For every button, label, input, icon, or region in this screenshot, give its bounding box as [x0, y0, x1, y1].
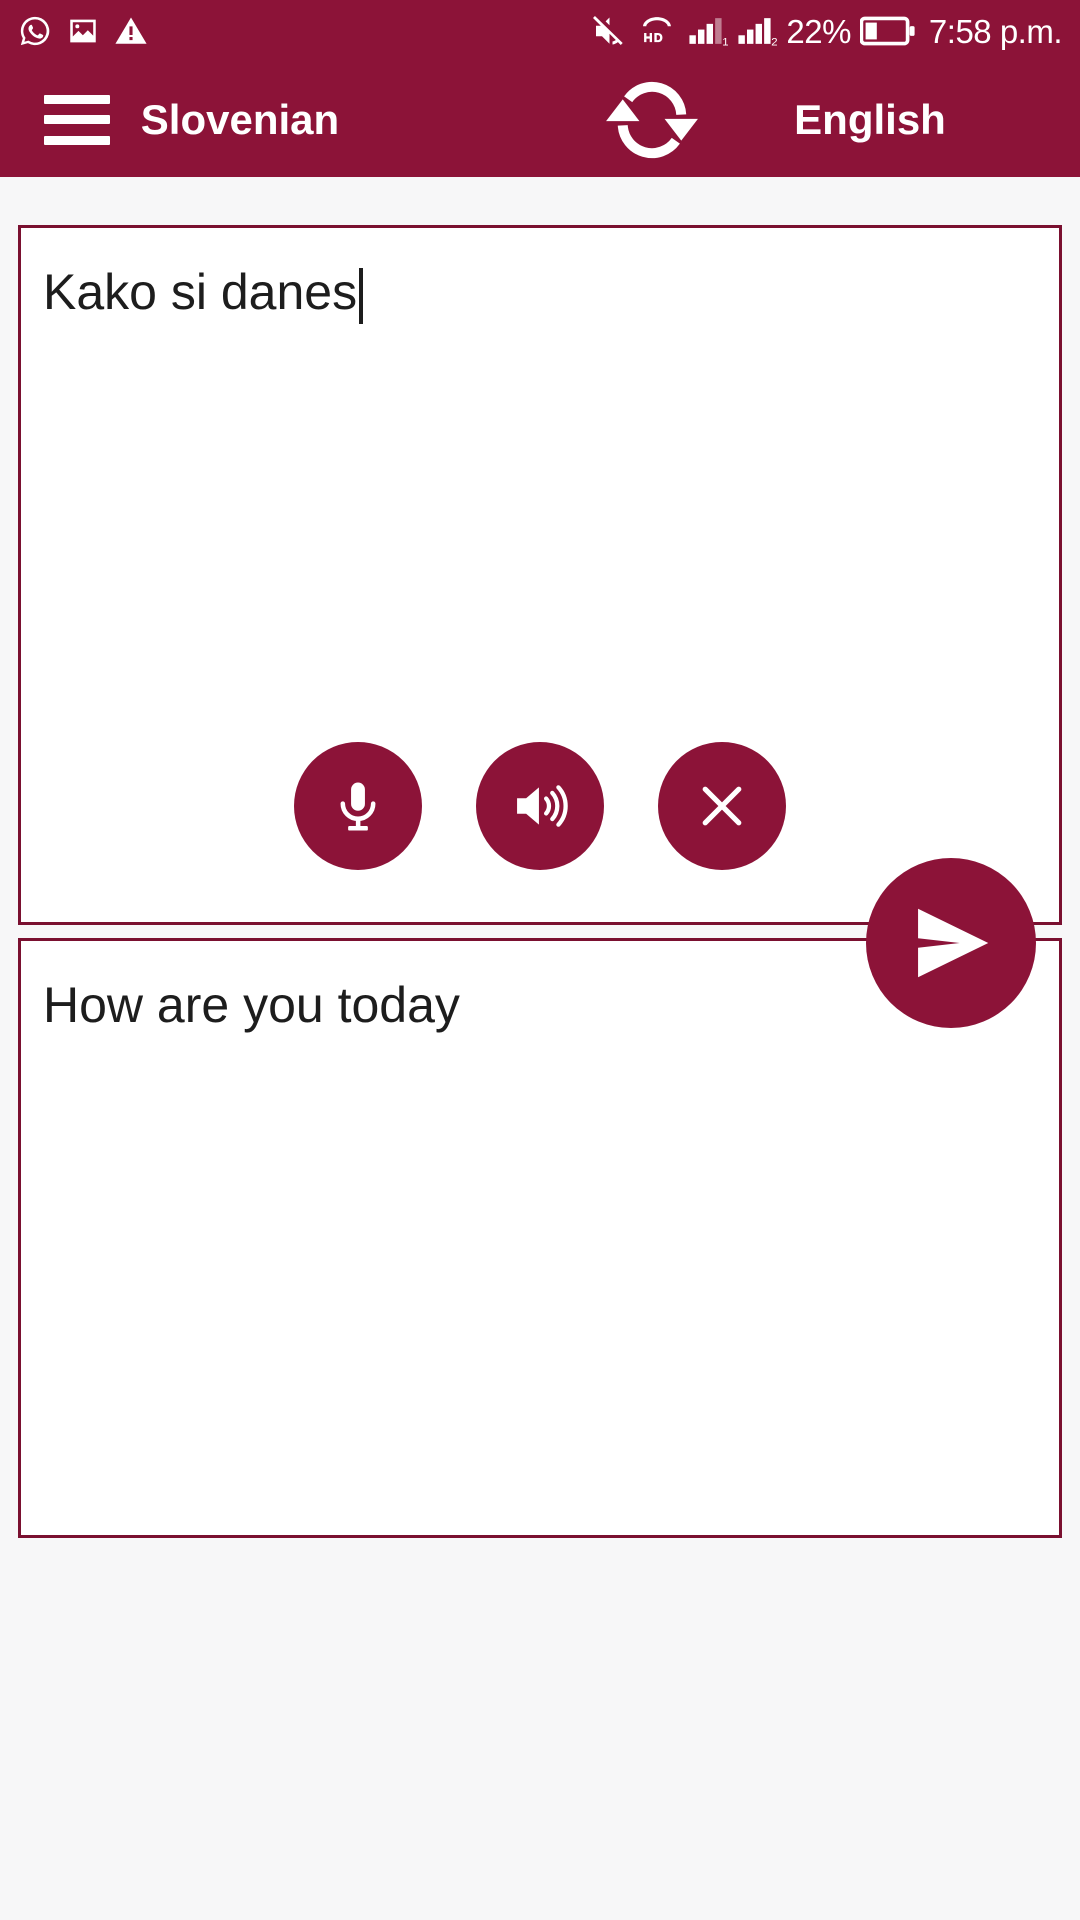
svg-text:1: 1 [723, 36, 729, 48]
send-button[interactable] [866, 858, 1036, 1028]
speaker-button[interactable] [476, 742, 604, 870]
source-action-buttons [21, 742, 1059, 870]
source-text-panel[interactable]: Kako si danes [18, 225, 1062, 925]
battery-icon [859, 16, 915, 46]
whatsapp-icon [20, 16, 50, 46]
status-bar-right-icons: 1 2 22% 7:58 p.m. [590, 12, 1063, 50]
source-text-input[interactable]: Kako si danes [21, 228, 1059, 324]
target-text-panel[interactable]: How are you today [18, 938, 1062, 1538]
battery-percent-label: 22% [786, 12, 851, 50]
target-text-value: How are you today [43, 977, 460, 1033]
signal-1-icon: 1 [689, 18, 729, 48]
source-text-value: Kako si danes [43, 264, 358, 320]
warning-icon [115, 17, 147, 44]
app-screen: 1 2 22% 7:58 p.m. Slovenian English Kako… [0, 0, 1080, 1920]
text-cursor [359, 268, 364, 324]
clear-button[interactable] [658, 742, 786, 870]
signal-2-icon: 2 [738, 18, 778, 48]
status-bar-left-icons [18, 14, 148, 48]
target-language-label[interactable]: English [660, 96, 1080, 144]
svg-text:2: 2 [772, 36, 778, 48]
clock-label: 7:58 p.m. [928, 12, 1063, 50]
app-bar: Slovenian English [0, 62, 1080, 177]
source-language-label[interactable]: Slovenian [0, 96, 480, 144]
mute-icon [593, 16, 624, 45]
image-icon [70, 19, 96, 43]
status-bar: 1 2 22% 7:58 p.m. [0, 0, 1080, 62]
volte-hd-icon [643, 17, 672, 43]
microphone-button[interactable] [294, 742, 422, 870]
